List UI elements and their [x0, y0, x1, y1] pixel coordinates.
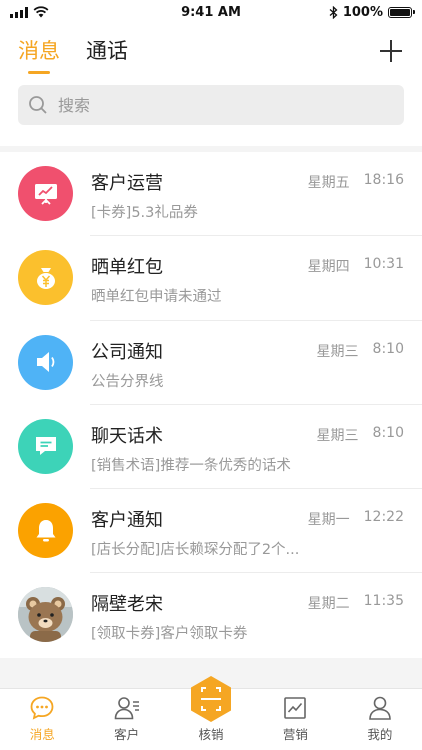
- contacts-icon: [114, 697, 139, 720]
- plus-icon[interactable]: [378, 38, 404, 64]
- search-input[interactable]: [56, 94, 380, 116]
- tabbar-label: 我的: [367, 727, 393, 742]
- message-icon: [30, 696, 54, 720]
- conversation-row[interactable]: 隔壁老宋 [领取卡券]客户领取卡券 星期二 11:35: [0, 573, 422, 657]
- conversation-day: 星期一: [307, 512, 350, 529]
- top-tabs: 消息 通话: [18, 36, 128, 66]
- conversation-time: 12:22: [363, 509, 404, 526]
- status-bar: 9:41 AM 100%: [0, 0, 422, 24]
- chat-bubble-icon: [18, 418, 73, 474]
- conversation-title: 晒单红包: [91, 257, 163, 279]
- tabbar-label: 营销: [282, 727, 308, 742]
- conversation-row[interactable]: 客户通知 [店长分配]店长赖琛分配了2个... 星期一 12:22: [0, 489, 422, 574]
- bluetooth-icon: [329, 5, 338, 19]
- conversation-day: 星期三: [316, 427, 359, 444]
- conversation-preview: [卡券]5.3礼品券: [91, 205, 198, 221]
- bell-icon: [18, 503, 73, 559]
- search-bar[interactable]: [18, 85, 404, 125]
- conversation-row[interactable]: 客户运营 [卡券]5.3礼品券 星期五 18:16: [0, 152, 422, 237]
- conversation-list: 客户运营 [卡券]5.3礼品券 星期五 18:16 晒单红包 晒单红包申请未通过…: [0, 152, 422, 658]
- tabbar-label: 核销: [198, 727, 224, 742]
- cellular-signal-icon: [10, 6, 28, 18]
- tabbar-label: 客户: [114, 727, 140, 742]
- tabbar-item-messages[interactable]: 消息: [0, 689, 84, 750]
- conversation-timestamp: 星期一 12:22: [308, 509, 404, 529]
- conversation-timestamp: 星期五 18:16: [308, 172, 404, 192]
- conversation-title: 公司通知: [91, 341, 163, 363]
- conversation-preview: [店长分配]店长赖琛分配了2个...: [91, 542, 300, 559]
- conversation-timestamp: 星期三 8:10: [317, 341, 404, 361]
- conversation-timestamp: 星期二 11:35: [308, 593, 404, 613]
- conversation-title: 隔壁老宋: [91, 594, 163, 616]
- tabbar-label: 消息: [29, 727, 55, 742]
- search-icon: [29, 96, 47, 114]
- conversation-day: 星期四: [307, 259, 350, 276]
- conversation-row[interactable]: 聊天话术 [销售术语]推荐一条优秀的话术 星期三 8:10: [0, 405, 422, 490]
- conversation-time: 18:16: [363, 172, 404, 188]
- conversation-timestamp: 星期三 8:10: [317, 425, 404, 445]
- conversation-time: 8:10: [372, 340, 404, 357]
- conversation-row[interactable]: 晒单红包 晒单红包申请未通过 星期四 10:31: [0, 236, 422, 321]
- header: 消息 通话: [0, 24, 422, 146]
- conversation-time: 8:10: [372, 424, 404, 441]
- conversation-title: 客户运营: [91, 173, 163, 194]
- conversation-row[interactable]: 公司通知 公告分界线 星期三 8:10: [0, 321, 422, 405]
- tabbar-item-profile[interactable]: 我的: [338, 689, 422, 750]
- conversation-timestamp: 星期四 10:31: [308, 256, 404, 276]
- conversation-preview: 晒单红包申请未通过: [91, 289, 222, 306]
- wifi-icon: [33, 6, 49, 18]
- status-time: 9:41 AM: [181, 4, 241, 20]
- conversation-time: 11:35: [363, 593, 404, 610]
- conversation-title: 聊天话术: [91, 425, 163, 447]
- presentation-icon: [18, 166, 73, 221]
- conversation-preview: [领取卡券]客户领取卡券: [91, 626, 248, 643]
- conversation-title: 客户通知: [91, 510, 163, 532]
- scan-icon: [191, 676, 232, 722]
- chart-icon: [284, 697, 307, 719]
- bear-avatar: [18, 587, 73, 643]
- speaker-icon: [18, 334, 73, 390]
- conversation-preview: [销售术语]推荐一条优秀的话术: [91, 457, 291, 474]
- conversation-day: 星期五: [307, 175, 350, 191]
- tabbar-item-marketing[interactable]: 营销: [253, 689, 337, 750]
- battery-percent: 100%: [342, 4, 383, 20]
- conversation-day: 星期二: [307, 596, 350, 613]
- profile-icon: [369, 696, 391, 720]
- conversation-preview: 公告分界线: [91, 373, 164, 390]
- tab-messages[interactable]: 消息: [18, 36, 60, 66]
- conversation-time: 10:31: [363, 256, 404, 273]
- conversation-day: 星期三: [316, 343, 359, 360]
- battery-icon: [388, 6, 415, 18]
- tab-calls[interactable]: 通话: [86, 36, 128, 66]
- bottom-tab-bar: 消息 客户 核销 营销 我的: [0, 676, 422, 750]
- tabbar-item-customers[interactable]: 客户: [84, 689, 168, 750]
- tabbar-item-verify[interactable]: 核销: [169, 676, 253, 750]
- money-bag-icon: [18, 250, 73, 306]
